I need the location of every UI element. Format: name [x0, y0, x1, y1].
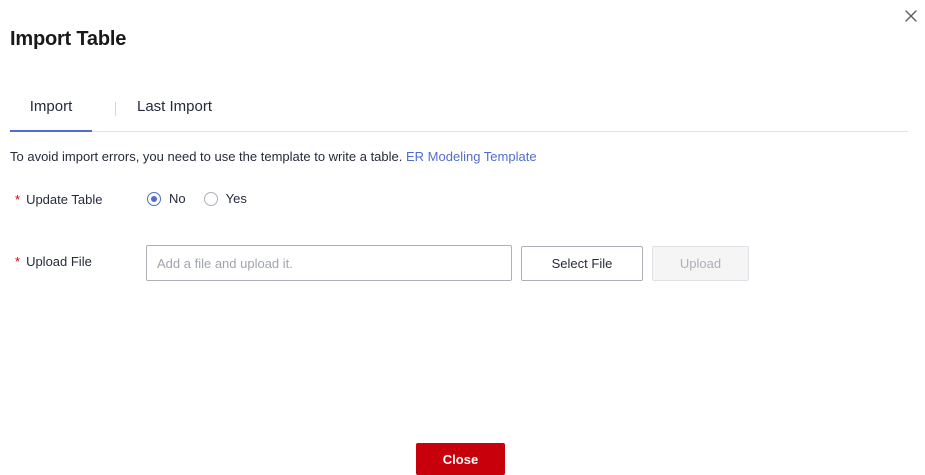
tab-last-import-label: Last Import	[137, 98, 213, 115]
hint-text: To avoid import errors, you need to use …	[10, 149, 403, 164]
dialog-title: Import Table	[10, 28, 127, 50]
tab-divider	[115, 102, 116, 116]
update-table-radio-group: No Yes	[147, 191, 265, 206]
upload-file-label-text: Upload File	[26, 254, 92, 269]
upload-button[interactable]: Upload	[652, 246, 749, 281]
tab-bar: Import Last Import	[10, 94, 908, 132]
radio-yes[interactable]: Yes	[203, 191, 247, 206]
required-mark: *	[15, 192, 21, 207]
update-table-label: * Update Table	[15, 192, 102, 207]
close-button[interactable]: Close	[416, 443, 505, 475]
update-table-label-text: Update Table	[26, 192, 103, 207]
radio-yes-label: Yes	[225, 191, 247, 206]
file-path-input[interactable]	[146, 245, 512, 281]
required-mark: *	[15, 254, 21, 269]
upload-file-label: * Upload File	[15, 254, 92, 269]
radio-no-label: No	[169, 191, 186, 206]
import-table-dialog: Import Table Import Last Import To avoid…	[0, 0, 925, 475]
tab-import-label: Import	[29, 98, 73, 115]
radio-unchecked-icon	[203, 191, 218, 206]
tab-import[interactable]: Import	[10, 94, 92, 132]
select-file-button[interactable]: Select File	[521, 246, 643, 281]
er-modeling-template-link[interactable]: ER Modeling Template	[406, 149, 537, 164]
template-hint: To avoid import errors, you need to use …	[10, 149, 537, 164]
tab-last-import[interactable]: Last Import	[137, 94, 212, 130]
radio-checked-icon	[147, 191, 161, 206]
radio-no[interactable]: No	[147, 191, 186, 206]
active-tab-indicator	[10, 130, 92, 132]
close-icon[interactable]	[901, 6, 921, 26]
